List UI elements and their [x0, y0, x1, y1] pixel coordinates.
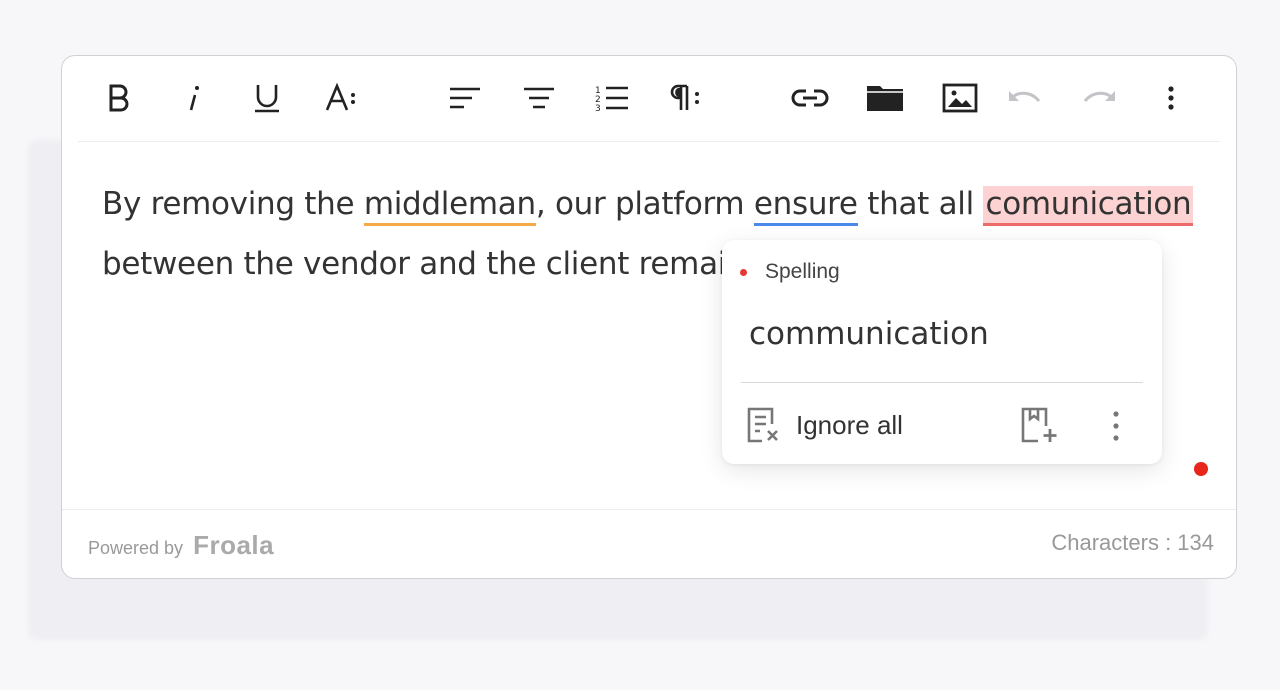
text-run: By removing the — [102, 186, 364, 222]
folder-icon — [867, 86, 903, 111]
ignore-document-icon — [747, 407, 778, 443]
suggestion-more-button[interactable] — [1112, 410, 1120, 447]
font-size-button[interactable] — [322, 78, 362, 118]
powered-by-label: Powered by — [88, 538, 184, 558]
insert-image-button[interactable] — [940, 78, 980, 118]
suggestion-item[interactable]: communication — [749, 316, 989, 352]
ignore-all-button[interactable]: Ignore all — [746, 406, 903, 444]
more-vertical-icon — [1113, 411, 1119, 441]
underline-icon — [255, 85, 279, 113]
align-left-icon — [450, 87, 480, 109]
paragraph-format-icon — [670, 84, 699, 110]
ordered-list-icon: 123 — [595, 86, 628, 112]
issue-category: Spelling — [740, 260, 840, 284]
text-line: By removing the middleman, our platform … — [102, 174, 1202, 234]
more-options-button[interactable] — [1151, 78, 1191, 118]
ignore-all-label: Ignore all — [796, 409, 903, 440]
paragraph-format-button[interactable] — [666, 78, 706, 118]
font-size-icon — [325, 83, 355, 111]
align-center-icon — [524, 87, 554, 109]
align-center-button[interactable] — [519, 78, 559, 118]
froala-logo: Froala — [193, 530, 275, 560]
redo-button[interactable] — [1079, 78, 1119, 118]
italic-button[interactable] — [173, 78, 213, 118]
text-run: that all — [857, 186, 984, 222]
svg-text:3: 3 — [595, 104, 601, 112]
powered-by[interactable]: Powered by Froala — [88, 530, 274, 561]
spelling-flagged-word[interactable]: comunication — [983, 186, 1194, 226]
editor-footer: Powered by Froala Characters : 134 — [62, 509, 1236, 578]
redo-icon — [1083, 91, 1115, 103]
align-left-button[interactable] — [445, 78, 485, 118]
more-vertical-icon — [1168, 86, 1174, 110]
bold-button[interactable] — [100, 78, 140, 118]
add-to-dictionary-icon — [1021, 407, 1057, 443]
spelling-dot-icon — [740, 268, 747, 276]
image-icon — [942, 83, 978, 113]
italic-icon — [189, 86, 199, 111]
grammar-flagged-word[interactable]: middleman — [363, 186, 536, 226]
link-icon — [791, 89, 829, 107]
bold-icon — [109, 84, 129, 112]
undo-icon — [1009, 91, 1041, 103]
toolbar: 123 — [78, 56, 1220, 142]
insert-link-button[interactable] — [790, 78, 830, 118]
spelling-suggestion-popup: Spelling communication Ignore all — [722, 240, 1162, 464]
undo-button[interactable] — [1005, 78, 1045, 118]
text-run: , our platform — [535, 186, 754, 222]
underline-button[interactable] — [247, 78, 287, 118]
add-to-dictionary-button[interactable] — [1020, 406, 1060, 449]
style-flagged-word[interactable]: ensure — [753, 186, 858, 226]
divider — [741, 382, 1143, 383]
issue-category-label: Spelling — [765, 260, 840, 283]
insert-file-button[interactable] — [865, 78, 905, 118]
ordered-list-button[interactable]: 123 — [592, 78, 632, 118]
spellcheck-status-indicator[interactable] — [1194, 462, 1208, 476]
character-count: Characters : 134 — [1051, 530, 1214, 555]
